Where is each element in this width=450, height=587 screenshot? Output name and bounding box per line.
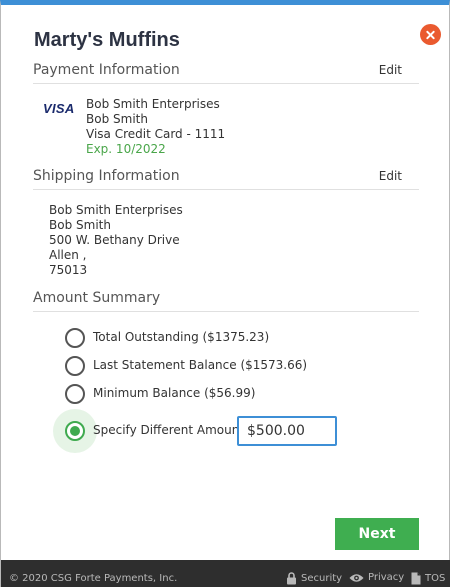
document-icon: [411, 572, 421, 585]
edit-payment-link[interactable]: Edit: [379, 63, 402, 77]
custom-amount-input[interactable]: [237, 416, 337, 446]
radio-button[interactable]: [65, 384, 85, 404]
card-expiry: Exp. 10/2022: [86, 142, 166, 156]
amount-section-label: Amount Summary: [33, 290, 161, 306]
shipping-name: Bob Smith: [49, 218, 111, 232]
shipping-company: Bob Smith Enterprises: [49, 203, 183, 217]
shipping-street: 500 W. Bethany Drive: [49, 233, 180, 247]
card-description: Visa Credit Card - 1111: [86, 127, 226, 141]
radio-button-selected[interactable]: [65, 421, 85, 441]
option-label: Minimum Balance ($56.99): [93, 386, 256, 400]
tos-link[interactable]: TOS: [411, 572, 445, 585]
security-label: Security: [301, 573, 343, 584]
radio-button[interactable]: [65, 356, 85, 376]
tos-label: TOS: [425, 573, 446, 584]
eye-icon: [349, 573, 364, 582]
payment-company: Bob Smith Enterprises: [86, 97, 220, 111]
payment-dialog: Marty's Muffins Payment Information Edit…: [0, 0, 450, 587]
next-button[interactable]: Next: [335, 518, 419, 550]
radio-button[interactable]: [65, 328, 85, 348]
page-title: Marty's Muffins: [34, 29, 180, 51]
visa-logo: VISA: [43, 101, 75, 116]
privacy-label: Privacy: [368, 572, 405, 583]
copyright-text: © 2020 CSG Forte Payments, Inc.: [9, 573, 178, 584]
shipping-address: Bob Smith Enterprises Bob Smith 500 W. B…: [49, 203, 183, 278]
shipping-section-label: Shipping Information: [33, 168, 180, 184]
privacy-link[interactable]: Privacy: [349, 572, 404, 583]
payment-section-label: Payment Information: [33, 62, 180, 78]
payment-section-header: Payment Information Edit: [33, 62, 419, 84]
footer: © 2020 CSG Forte Payments, Inc. Security…: [1, 560, 450, 587]
option-label: Last Statement Balance ($1573.66): [93, 358, 308, 372]
option-label: Total Outstanding ($1375.23): [93, 330, 270, 344]
payment-details: Bob Smith Enterprises Bob Smith Visa Cre…: [86, 97, 225, 157]
option-label: Specify Different Amount: [93, 423, 245, 437]
shipping-section-header: Shipping Information Edit: [33, 168, 419, 190]
shipping-zip: 75013: [49, 263, 88, 277]
security-link[interactable]: Security: [286, 572, 342, 585]
shipping-city: Allen ,: [49, 248, 87, 262]
payment-name: Bob Smith: [86, 112, 148, 126]
edit-shipping-link[interactable]: Edit: [379, 169, 402, 183]
amount-section-header: Amount Summary: [33, 290, 419, 312]
lock-icon: [287, 572, 296, 585]
close-icon[interactable]: [420, 24, 441, 45]
